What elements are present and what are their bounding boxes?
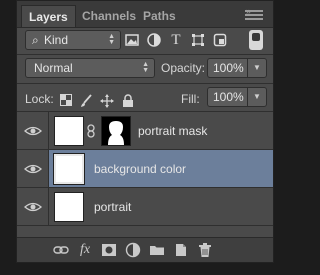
eye-icon[interactable] xyxy=(23,121,43,141)
opacity-value: 100% xyxy=(213,61,244,75)
layer-thumbnail[interactable] xyxy=(54,116,84,146)
tab-paths[interactable]: Paths xyxy=(136,5,183,27)
layers-list: portrait mask background color portrait xyxy=(17,112,273,226)
shape-filter-icon[interactable] xyxy=(191,33,205,47)
image-filter-icon[interactable] xyxy=(125,33,139,47)
link-layers-icon[interactable] xyxy=(53,242,69,258)
layer-row-portrait-mask[interactable]: portrait mask xyxy=(17,112,273,150)
adjustment-layer-icon[interactable] xyxy=(125,242,141,258)
layer-row-background-color[interactable]: background color xyxy=(17,150,273,188)
panel-tab-bar: Layers Channels Paths » xyxy=(17,1,273,28)
trash-icon[interactable] xyxy=(197,242,213,258)
new-group-folder-icon[interactable] xyxy=(149,242,165,258)
filter-toggle-switch[interactable] xyxy=(249,30,263,50)
layer-row-portrait[interactable]: portrait xyxy=(17,188,273,226)
layer-thumbnail[interactable] xyxy=(54,192,84,222)
layer-style-fx-icon[interactable]: fx xyxy=(77,242,93,258)
opacity-label: Opacity: xyxy=(161,61,206,75)
updown-arrows-icon: ▲ ▼ xyxy=(142,61,149,74)
blend-mode-value: Normal xyxy=(34,61,73,75)
lock-all-icon[interactable] xyxy=(121,94,135,108)
type-filter-icon[interactable]: T xyxy=(169,33,183,48)
add-mask-icon[interactable] xyxy=(101,242,117,258)
layer-mask-thumbnail[interactable] xyxy=(101,116,131,146)
layer-name[interactable]: portrait xyxy=(94,188,131,226)
tab-layers[interactable]: Layers xyxy=(21,5,76,27)
chevron-down-icon[interactable]: ▼ xyxy=(247,58,266,78)
lock-image-pixels-icon[interactable] xyxy=(79,94,93,108)
fill-value: 100% xyxy=(213,90,244,104)
adjustment-filter-icon[interactable] xyxy=(147,33,161,47)
tab-channels[interactable]: Channels xyxy=(75,5,143,27)
layers-panel: Layers Channels Paths » ⌕ Kind ▲ ▼ T Norm… xyxy=(16,0,274,263)
layer-name[interactable]: background color xyxy=(94,150,186,188)
filter-kind-select[interactable]: ⌕ Kind ▲ ▼ xyxy=(25,30,121,50)
opacity-field[interactable]: 100% ▼ xyxy=(207,58,267,78)
fill-field[interactable]: 100% ▼ xyxy=(207,87,267,107)
filter-kind-label: Kind xyxy=(44,33,69,47)
eye-icon[interactable] xyxy=(23,159,43,179)
new-layer-icon[interactable] xyxy=(173,242,189,258)
fill-label: Fill: xyxy=(181,92,200,106)
layer-name[interactable]: portrait mask xyxy=(138,112,207,150)
eye-icon[interactable] xyxy=(23,197,43,217)
blend-mode-select[interactable]: Normal ▲ ▼ xyxy=(25,58,155,78)
panel-collapse-icon[interactable]: » xyxy=(246,6,251,16)
lock-transparent-pixels-icon[interactable] xyxy=(59,94,73,108)
link-chain-icon[interactable] xyxy=(85,124,97,138)
lock-position-icon[interactable] xyxy=(100,94,114,108)
search-icon: ⌕ xyxy=(32,33,39,47)
updown-arrows-icon: ▲ ▼ xyxy=(108,33,115,46)
chevron-down-icon[interactable]: ▼ xyxy=(247,87,266,107)
layer-thumbnail[interactable] xyxy=(53,153,85,185)
smart-object-filter-icon[interactable] xyxy=(213,33,227,47)
layers-footer-toolbar: fx xyxy=(17,237,273,262)
lock-label: Lock: xyxy=(25,92,54,106)
